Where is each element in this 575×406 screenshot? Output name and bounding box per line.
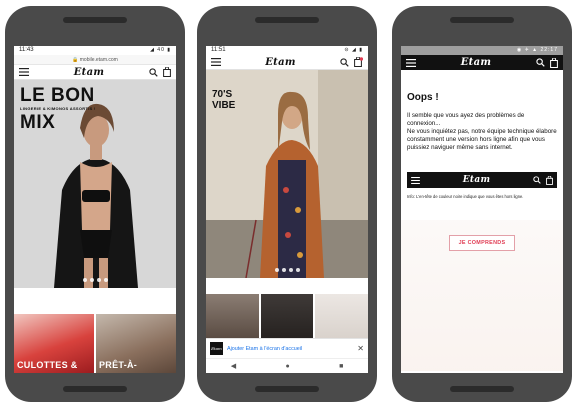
screenshot-stage: 11:43 ◢ 40 ▮ 🔒 mobile.etam.com Etam LE B… — [0, 0, 575, 406]
offline-title: Oops ! — [407, 92, 439, 103]
carousel-dot[interactable] — [103, 278, 108, 282]
hero-line2: VIBE — [212, 99, 236, 111]
search-icon — [533, 176, 541, 184]
search-icon[interactable] — [149, 67, 158, 77]
status-time: 11:51 — [211, 47, 226, 53]
site-header: Etam — [206, 55, 368, 70]
phone-speaker — [450, 17, 514, 23]
phone-right-screen: ◉ ✈ ▲ 22:17 Etam Oops ! Il semble que vo… — [401, 46, 563, 373]
offline-header-example: Etam — [407, 172, 557, 188]
cart-icon — [546, 175, 553, 185]
phone-speaker — [63, 17, 127, 23]
hero-title: LE BON LINGERIE & KIMONOS ASSORTIS ! MIX — [20, 86, 96, 132]
menu-icon[interactable] — [406, 58, 416, 67]
offline-page: Oops ! Il semble que vous ayez des probl… — [401, 70, 563, 371]
category-tile[interactable] — [260, 294, 314, 338]
phone-right: ◉ ✈ ▲ 22:17 Etam Oops ! Il semble que vo… — [392, 6, 572, 402]
hero-line1: 70'S — [212, 89, 233, 100]
site-header: Etam — [14, 65, 176, 80]
category-tiles: CULOTTES & PRÊT-À- — [14, 314, 176, 373]
close-icon[interactable]: ✕ — [357, 344, 364, 353]
search-icon[interactable] — [536, 58, 545, 67]
status-icons: ⊝ ◢ ▮ — [344, 47, 363, 53]
cart-icon[interactable] — [354, 57, 363, 67]
phone-speaker — [255, 17, 319, 23]
url-bar[interactable]: 🔒 mobile.etam.com — [14, 55, 176, 65]
menu-icon[interactable] — [19, 68, 29, 76]
hero-line2: MIX — [20, 112, 56, 133]
menu-icon[interactable] — [211, 58, 221, 66]
offline-message: Il semble que vous ayez des problèmes de… — [407, 112, 557, 151]
status-bar: 11:51 ⊝ ◢ ▮ — [206, 46, 368, 55]
carousel-dot[interactable] — [82, 278, 87, 282]
hero-banner[interactable]: LE BON LINGERIE & KIMONOS ASSORTIS ! MIX — [14, 80, 176, 288]
phone-bottom-speaker — [450, 386, 514, 392]
category-tile-culottes[interactable]: CULOTTES & — [14, 314, 94, 373]
carousel-dots — [14, 278, 176, 282]
recents-button[interactable]: ■ — [339, 363, 343, 370]
carousel-dot[interactable] — [274, 268, 279, 272]
category-tiles — [206, 294, 368, 338]
add-to-home-text[interactable]: Ajouter Etam à l'écran d'accueil — [227, 346, 353, 352]
category-tile-pret-a-porter[interactable]: PRÊT-À- — [96, 314, 176, 373]
status-bar: ◉ ✈ ▲ 22:17 — [401, 46, 563, 55]
url-text: mobile.etam.com — [79, 57, 118, 63]
status-icons: ◢ 40 ▮ — [150, 47, 171, 53]
phone-middle: 11:51 ⊝ ◢ ▮ Etam 70'S VIBE Etam Ajouter … — [197, 6, 377, 402]
status-bar: 11:43 ◢ 40 ▮ — [14, 46, 176, 55]
phone-left-screen: 11:43 ◢ 40 ▮ 🔒 mobile.etam.com Etam LE B… — [14, 46, 176, 373]
phone-bottom-speaker — [63, 386, 127, 392]
cart-icon[interactable] — [550, 57, 558, 68]
home-button[interactable]: ● — [285, 363, 289, 370]
lock-icon: 🔒 — [72, 57, 79, 63]
carousel-dot[interactable] — [288, 268, 293, 272]
etam-logo[interactable]: Etam — [461, 57, 492, 68]
site-header-offline: Etam — [401, 55, 563, 70]
phone-bottom-speaker — [255, 386, 319, 392]
tile-label: CULOTTES & — [17, 360, 78, 370]
category-tile[interactable] — [315, 294, 368, 338]
add-to-home-banner[interactable]: Etam Ajouter Etam à l'écran d'accueil ✕ — [206, 338, 368, 358]
back-button[interactable]: ◀ — [231, 362, 236, 370]
carousel-dot[interactable] — [281, 268, 286, 272]
hero-line1: LE BON — [20, 85, 95, 106]
etam-app-icon: Etam — [210, 342, 223, 355]
carousel-dot[interactable] — [295, 268, 300, 272]
carousel-dot[interactable] — [89, 278, 94, 282]
etam-logo[interactable]: Etam — [265, 57, 296, 68]
android-nav-bar: ◀ ● ■ — [206, 358, 368, 373]
search-icon[interactable] — [340, 57, 349, 67]
category-tile[interactable] — [206, 294, 259, 338]
phone-middle-screen: 11:51 ⊝ ◢ ▮ Etam 70'S VIBE Etam Ajouter … — [206, 46, 368, 373]
etam-logo: Etam — [462, 175, 491, 185]
status-time: 11:43 — [19, 47, 34, 53]
offline-info: Info: L'en-tête de couleur noire indique… — [407, 194, 524, 199]
carousel-dot[interactable] — [96, 278, 101, 282]
tile-label: PRÊT-À- — [99, 360, 138, 370]
hero-subtitle: LINGERIE & KIMONOS ASSORTIS ! — [20, 106, 96, 111]
hero-title: 70'S VIBE — [212, 89, 236, 111]
menu-icon — [411, 176, 420, 184]
hero-banner[interactable]: 70'S VIBE — [206, 70, 368, 278]
carousel-dots — [206, 268, 368, 272]
etam-logo[interactable]: Etam — [74, 67, 105, 78]
phone-left: 11:43 ◢ 40 ▮ 🔒 mobile.etam.com Etam LE B… — [5, 6, 185, 402]
status-icons: ◉ ✈ ▲ 22:17 — [516, 47, 558, 53]
cart-icon[interactable] — [163, 67, 171, 77]
understand-button[interactable]: JE COMPRENDS — [449, 235, 515, 251]
